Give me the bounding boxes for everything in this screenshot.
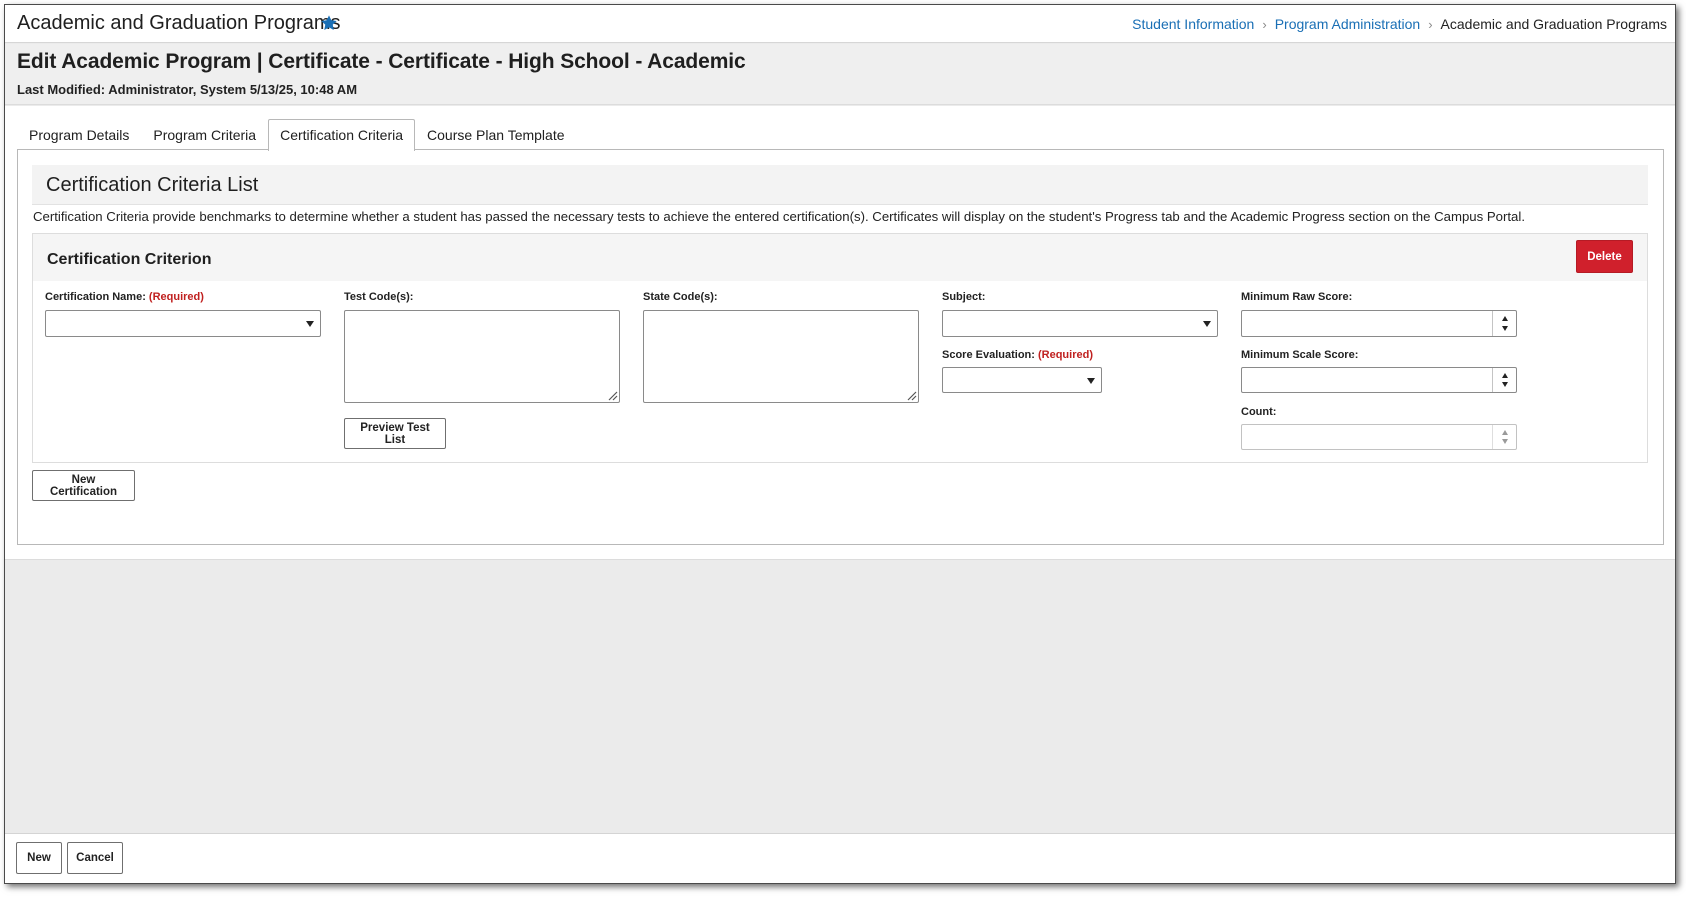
resize-grip-icon[interactable] [606,389,618,401]
criterion-title: Certification Criterion [47,251,212,268]
app-window: Academic and Graduation Programs Student… [4,4,1676,884]
caret-down-icon [1087,378,1095,384]
breadcrumb-current: Academic and Graduation Programs [1440,16,1667,32]
resize-grip-icon[interactable] [905,389,917,401]
certification-name-label-text: Certification Name: [45,291,146,303]
min-raw-score-label: Minimum Raw Score: [1241,291,1353,303]
required-indicator: (Required) [1037,349,1093,361]
top-header: Academic and Graduation Programs Student… [5,5,1675,43]
star-icon[interactable] [320,14,338,32]
list-title: Certification Criteria List [46,174,259,196]
score-evaluation-select[interactable] [942,367,1102,393]
score-evaluation-label: Score Evaluation: (Required) [942,349,1093,361]
last-modified: Last Modified: Administrator, System 5/1… [17,82,358,97]
count-input[interactable] [1241,424,1517,450]
number-spinner[interactable] [1492,425,1516,449]
certification-criterion-card: Certification Criterion Delete Certifica… [32,233,1648,463]
page-title: Edit Academic Program | Certificate - Ce… [17,50,746,73]
breadcrumb-program-administration[interactable]: Program Administration [1275,16,1421,32]
test-codes-label: Test Code(s): [344,291,414,303]
criterion-header: Certification Criterion Delete [33,234,1647,281]
list-header: Certification Criteria List [32,165,1648,205]
min-scale-score-label: Minimum Scale Score: [1241,349,1359,361]
chevron-right-icon: › [1428,16,1433,32]
caret-down-icon [1203,321,1211,327]
caret-down-icon [306,321,314,327]
number-spinner[interactable] [1492,368,1516,392]
cancel-button[interactable]: Cancel [67,842,123,874]
required-indicator: (Required) [148,291,204,303]
certification-name-select[interactable] [45,310,321,337]
chevron-right-icon: › [1262,16,1267,32]
test-codes-textarea[interactable] [344,310,620,403]
state-codes-label: State Code(s): [643,291,718,303]
tab-program-details[interactable]: Program Details [17,119,141,150]
list-description: Certification Criteria provide benchmark… [33,209,1525,224]
tab-course-plan-template[interactable]: Course Plan Template [415,119,576,150]
tab-bar: Program Details Program Criteria Certifi… [17,119,577,151]
spin-up-icon[interactable] [1502,430,1508,435]
score-evaluation-label-text: Score Evaluation: [942,349,1035,361]
spin-down-icon[interactable] [1502,439,1508,444]
state-codes-textarea[interactable] [643,310,919,403]
tab-program-criteria[interactable]: Program Criteria [141,119,268,150]
tab-certification-criteria[interactable]: Certification Criteria [268,119,416,151]
count-label: Count: [1241,406,1277,418]
tab-panel: Certification Criteria List Certificatio… [17,149,1664,545]
min-scale-score-input[interactable] [1241,367,1517,393]
breadcrumb-student-information[interactable]: Student Information [1132,16,1254,32]
number-spinner[interactable] [1492,311,1516,336]
app-title: Academic and Graduation Programs [17,12,341,34]
new-certification-button[interactable]: New Certification [32,470,135,501]
page-heading: Edit Academic Program | Certificate - Ce… [5,44,1675,105]
subject-label: Subject: [942,291,986,303]
min-raw-score-input[interactable] [1241,310,1517,337]
breadcrumb: Student Information › Program Administra… [1132,16,1667,32]
main-content: Program Details Program Criteria Certifi… [5,106,1675,560]
spin-down-icon[interactable] [1502,382,1508,387]
certification-name-label: Certification Name: (Required) [45,291,204,303]
spin-up-icon[interactable] [1502,373,1508,378]
subject-select[interactable] [942,310,1218,337]
spin-down-icon[interactable] [1502,326,1508,331]
preview-test-list-button[interactable]: Preview Test List [344,418,446,449]
action-bar: New Cancel [5,833,1675,883]
delete-button[interactable]: Delete [1576,240,1633,273]
spin-up-icon[interactable] [1502,316,1508,321]
new-button[interactable]: New [16,842,62,874]
